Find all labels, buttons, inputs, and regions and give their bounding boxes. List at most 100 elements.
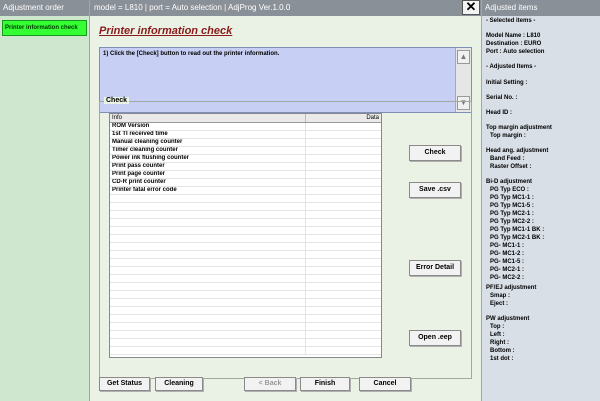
table-row[interactable] [110,267,381,275]
finish-button[interactable]: Finish [300,377,350,391]
scroll-up-button[interactable]: ▲ [457,50,470,64]
table-cell-info [110,299,306,306]
table-cell-info [110,219,306,226]
band-feed-label: Band Feed : [490,156,525,162]
bid-item-label: PG- MC2-1 : [490,267,525,273]
back-button[interactable]: < Back [244,377,296,391]
table-cell-data [306,187,381,194]
table-cell-info: Manual cleaning counter [110,139,306,146]
column-header-info[interactable]: Info [110,114,306,122]
table-row[interactable]: Power ink flushing counter [110,155,381,163]
table-row[interactable] [110,219,381,227]
table-row[interactable] [110,339,381,347]
table-cell-data [306,155,381,162]
table-cell-data [306,211,381,218]
get-status-button[interactable]: Get Status [99,377,150,391]
table-cell-data [306,179,381,186]
table-row[interactable]: 1st TI received time [110,131,381,139]
table-cell-info [110,275,306,282]
table-row[interactable] [110,235,381,243]
table-cell-data [306,307,381,314]
table-cell-data [306,219,381,226]
table-row[interactable] [110,291,381,299]
table-row[interactable] [110,203,381,211]
table-cell-data [306,171,381,178]
head-id-label: Head ID : [486,110,513,116]
bid-item-label: PG Typ MC2-2 : [490,219,534,225]
table-header: Info Data [110,114,381,123]
title-bar: model = L810 | port = Auto selection | A… [90,0,481,16]
table-row[interactable] [110,315,381,323]
smap-label: Smap : [490,293,511,299]
table-cell-data [306,235,381,242]
top-margin-adjustment-label: Top margin adjustment [486,125,552,131]
table-cell-info [110,251,306,258]
table-cell-data [306,139,381,146]
error-detail-button[interactable]: Error Detail [409,260,461,276]
save-csv-button[interactable]: Save .csv [409,182,461,198]
table-cell-data [306,131,381,138]
head-ang-adjustment-label: Head ang. adjustment [486,148,549,154]
page-title: Printer information check [99,25,233,37]
table-cell-data [306,323,381,330]
table-cell-data [306,283,381,290]
pw-item-label: Left : [490,332,505,338]
arrow-up-icon: ▲ [459,52,468,61]
bid-item-label: PG- MC1-5 : [490,259,525,265]
table-row[interactable]: CD-R print counter [110,179,381,187]
table-cell-info [110,347,306,354]
adjusted-items-panel: Adjusted items - Selected items - Model … [481,0,600,401]
model-name-label: Model Name : L810 [486,33,541,39]
adjustment-order-item-printer-information-check[interactable]: Printer information check [2,20,87,36]
table-row[interactable] [110,307,381,315]
table-row[interactable]: Print page counter [110,171,381,179]
table-row[interactable] [110,243,381,251]
table-cell-info [110,267,306,274]
table-body: ROM Version 1st TI received time Manual cl… [110,123,381,355]
table-cell-data [306,315,381,322]
pw-item-label: Top : [490,324,505,330]
table-cell-data [306,275,381,282]
cancel-button[interactable]: Cancel [359,377,411,391]
pw-item-label: Right : [490,340,509,346]
table-cell-data [306,123,381,130]
table-row[interactable] [110,227,381,235]
table-row[interactable] [110,211,381,219]
table-cell-data [306,347,381,354]
table-row[interactable] [110,323,381,331]
bid-adjustment-label: Bi-D adjustment [486,179,533,185]
column-header-data[interactable]: Data [306,114,381,122]
close-button[interactable]: ✕ [462,0,480,15]
table-row[interactable] [110,299,381,307]
table-row[interactable]: Manual cleaning counter [110,139,381,147]
table-cell-data [306,251,381,258]
open-eep-button[interactable]: Open .eep [409,330,461,346]
table-row[interactable]: Timer cleaning counter [110,147,381,155]
bid-item-label: PG Typ MC1-1 : [490,195,534,201]
destination-label: Destination : EURO [486,41,542,47]
table-cell-info: CD-R print counter [110,179,306,186]
table-row[interactable] [110,347,381,355]
table-row[interactable] [110,195,381,203]
table-row[interactable]: Print pass counter [110,163,381,171]
table-cell-info: ROM Version [110,123,306,130]
table-row[interactable] [110,283,381,291]
table-cell-info: Print pass counter [110,163,306,170]
table-cell-info: Printer fatal error code [110,187,306,194]
printer-info-table[interactable]: Info Data ROM Version 1st TI received tim… [109,113,382,358]
cleaning-button[interactable]: Cleaning [155,377,203,391]
table-cell-info [110,211,306,218]
table-row[interactable] [110,331,381,339]
table-row[interactable]: ROM Version [110,123,381,131]
table-row[interactable] [110,275,381,283]
table-row[interactable] [110,259,381,267]
eject-label: Eject : [490,301,509,307]
table-cell-data [306,259,381,266]
table-cell-info: Timer cleaning counter [110,147,306,154]
table-cell-data [306,227,381,234]
adjusted-items-title: Adjusted items [482,0,600,16]
table-cell-info [110,283,306,290]
check-button[interactable]: Check [409,145,461,161]
table-row[interactable]: Printer fatal error code [110,187,381,195]
table-row[interactable] [110,251,381,259]
